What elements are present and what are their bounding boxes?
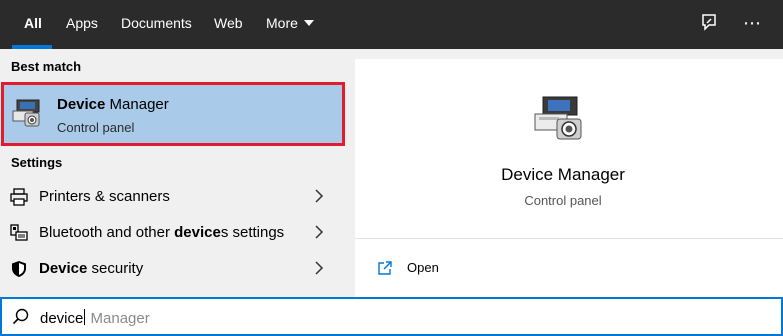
chevron-right-icon bbox=[313, 189, 325, 203]
search-scope-bar: All Apps Documents Web More ⋯ bbox=[0, 0, 783, 49]
tab-all[interactable]: All bbox=[24, 0, 42, 49]
divider bbox=[355, 238, 783, 239]
chevron-right-icon bbox=[313, 261, 325, 275]
settings-item-bluetooth[interactable]: Bluetooth and other devices settings bbox=[0, 215, 346, 251]
settings-item-printers[interactable]: Printers & scanners bbox=[0, 179, 346, 215]
preview-subtitle: Control panel bbox=[524, 193, 602, 208]
more-options-icon[interactable]: ⋯ bbox=[740, 12, 764, 36]
search-input[interactable]: device Manager bbox=[40, 309, 150, 327]
tab-web[interactable]: Web bbox=[214, 0, 243, 49]
chevron-right-icon bbox=[313, 225, 325, 239]
device-manager-large-icon bbox=[531, 95, 587, 141]
best-match-result[interactable]: Device Manager Control panel bbox=[1, 82, 345, 146]
tab-documents[interactable]: Documents bbox=[121, 0, 192, 49]
tab-more-label: More bbox=[266, 15, 298, 31]
results-pane: Best match Device Manager Control panel … bbox=[0, 49, 346, 297]
preview-title: Device Manager bbox=[501, 165, 625, 184]
feedback-icon[interactable] bbox=[697, 12, 721, 36]
tab-more[interactable]: More bbox=[266, 0, 314, 49]
settings-item-device-security[interactable]: Device security bbox=[0, 251, 346, 287]
device-manager-icon bbox=[10, 96, 44, 130]
settings-item-label: Bluetooth and other devices settings bbox=[39, 224, 285, 241]
best-match-subtitle: Control panel bbox=[57, 120, 135, 135]
search-autocomplete-hint: Manager bbox=[86, 310, 150, 327]
bluetooth-devices-icon bbox=[10, 224, 28, 242]
tab-apps[interactable]: Apps bbox=[66, 0, 98, 49]
settings-heading: Settings bbox=[11, 155, 63, 170]
open-icon bbox=[377, 260, 393, 276]
shield-icon bbox=[10, 260, 28, 278]
search-query: device bbox=[40, 310, 84, 327]
search-icon bbox=[12, 308, 30, 326]
open-label: Open bbox=[407, 260, 439, 275]
preview-pane: Device Manager Control panel Open bbox=[355, 59, 783, 297]
settings-item-label: Printers & scanners bbox=[39, 188, 170, 205]
chevron-down-icon bbox=[303, 20, 314, 27]
best-match-title: Device Manager bbox=[57, 96, 169, 113]
best-match-heading: Best match bbox=[11, 59, 82, 74]
search-box[interactable]: device Manager bbox=[0, 297, 783, 336]
settings-item-label: Device security bbox=[39, 260, 144, 277]
printer-icon bbox=[10, 188, 28, 206]
